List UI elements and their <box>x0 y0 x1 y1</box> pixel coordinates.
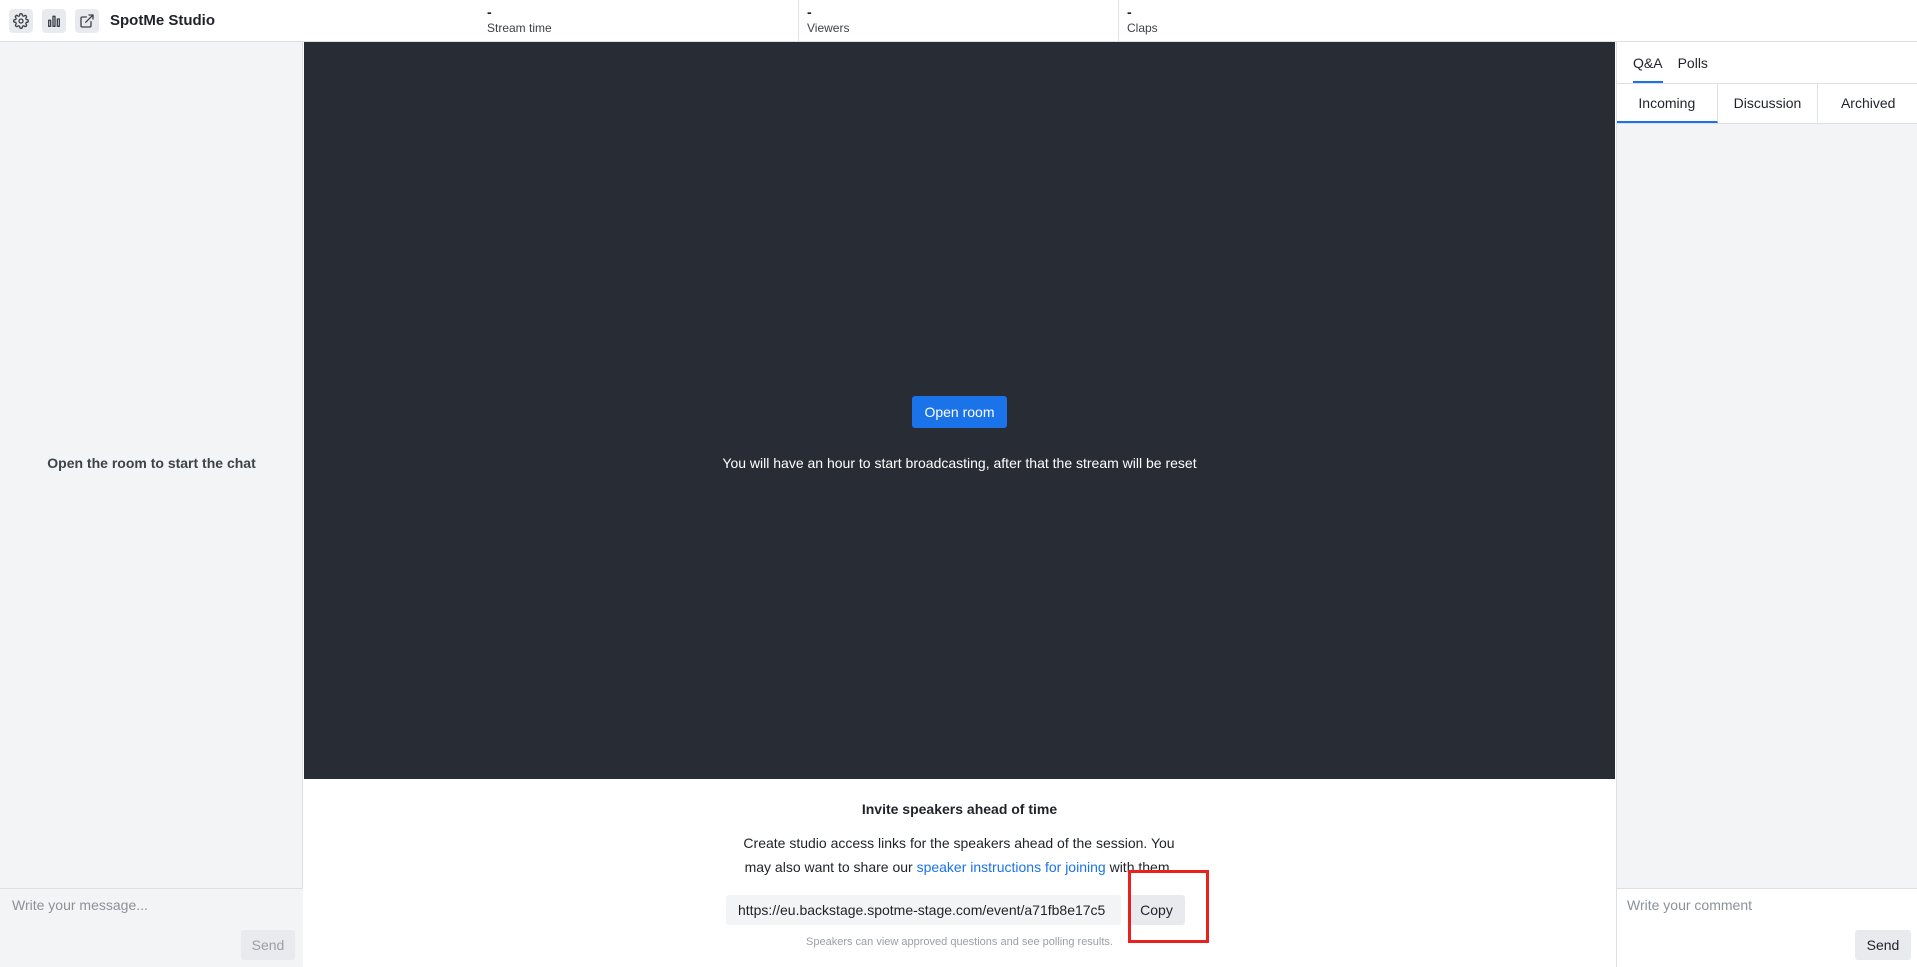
gear-icon <box>13 12 29 29</box>
open-external-button[interactable] <box>75 8 99 33</box>
chat-compose: Send <box>0 888 303 967</box>
tab-discussion[interactable]: Discussion <box>1718 84 1819 123</box>
comment-compose: Send <box>1617 888 1917 967</box>
chat-message-input[interactable] <box>0 889 302 921</box>
invite-link-field[interactable] <box>726 895 1121 925</box>
external-link-icon <box>80 13 94 28</box>
invite-desc-text-end: with them. <box>1105 859 1174 875</box>
qa-panel: Q&A Polls Incoming Discussion Archived S… <box>1616 42 1917 967</box>
analytics-button[interactable] <box>42 8 66 33</box>
chat-panel: Open the room to start the chat Send <box>0 42 303 967</box>
copy-link-button[interactable]: Copy <box>1128 895 1185 925</box>
stat-value: - <box>1127 4 1132 20</box>
stat-label: Viewers <box>807 21 850 35</box>
stage-note: You will have an hour to start broadcast… <box>722 455 1197 471</box>
tab-polls[interactable]: Polls <box>1678 42 1708 83</box>
tab-archived[interactable]: Archived <box>1818 84 1917 123</box>
stat-label: Claps <box>1127 21 1158 35</box>
stat-viewers: - Viewers <box>799 0 1119 41</box>
open-room-button[interactable]: Open room <box>912 396 1007 428</box>
qa-sub-tabs: Incoming Discussion Archived <box>1617 83 1917 124</box>
stream-stage: Open room You will have an hour to start… <box>304 42 1615 779</box>
comment-send-button[interactable]: Send <box>1855 930 1911 960</box>
invite-description: Create studio access links for the speak… <box>729 831 1189 879</box>
top-bar-left: SpotMe Studio <box>0 0 483 41</box>
stat-label: Stream time <box>487 21 552 35</box>
stat-value: - <box>487 4 492 20</box>
chat-send-button[interactable]: Send <box>241 930 295 960</box>
app-title: SpotMe Studio <box>110 12 215 29</box>
chat-empty-message: Open the room to start the chat <box>47 455 256 471</box>
stat-value: - <box>807 4 812 20</box>
main-tabs: Q&A Polls <box>1617 42 1917 83</box>
invite-title: Invite speakers ahead of time <box>861 801 1058 817</box>
stat-claps: - Claps <box>1119 0 1917 41</box>
top-bar: SpotMe Studio - Stream time - Viewers - … <box>0 0 1917 42</box>
stat-stream-time: - Stream time <box>483 0 799 41</box>
tab-incoming[interactable]: Incoming <box>1617 84 1718 123</box>
invite-hint: Speakers can view approved questions and… <box>806 936 1113 948</box>
comment-input[interactable] <box>1617 889 1917 921</box>
invite-link-row: Copy <box>726 894 1185 926</box>
speaker-instructions-link[interactable]: speaker instructions for joining <box>917 859 1106 875</box>
bar-chart-icon <box>48 15 60 27</box>
tab-qa[interactable]: Q&A <box>1633 42 1663 83</box>
settings-button[interactable] <box>9 8 33 33</box>
invite-speakers-section: Invite speakers ahead of time Create stu… <box>304 779 1615 967</box>
